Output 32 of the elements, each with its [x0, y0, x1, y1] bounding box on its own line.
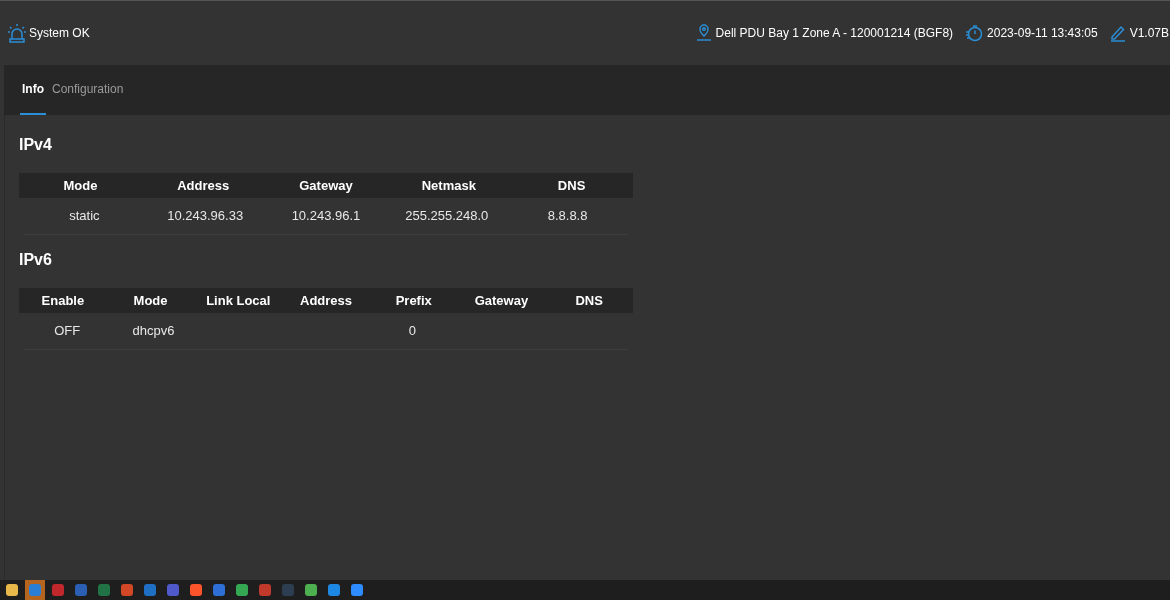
tab[interactable]: Configuration — [50, 65, 126, 115]
alarm-light-icon — [7, 23, 27, 43]
column-header: Address — [300, 291, 353, 310]
column-header: DNS — [575, 291, 603, 310]
table-cell-text: 8.8.8.8 — [547, 207, 588, 226]
column-header: Gateway — [299, 176, 353, 195]
section-title: IPv4 — [19, 135, 53, 155]
pencil-icon — [1109, 24, 1126, 42]
column-header: Link Local — [206, 291, 271, 310]
table-cell-text: static — [69, 207, 100, 226]
column-header: Address — [177, 176, 230, 195]
tab[interactable]: Info — [20, 65, 46, 115]
column-header: Mode — [133, 291, 168, 310]
section-title: IPv6 — [19, 250, 53, 270]
table-cell-text: 0 — [408, 322, 416, 341]
column-header: Gateway — [474, 291, 529, 310]
table-cell-text: 10.243.96.33 — [167, 207, 244, 226]
stopwatch-icon — [965, 24, 984, 42]
column-header: Enable — [41, 291, 85, 310]
table-cell-text: OFF — [54, 322, 81, 341]
date-time: 2023-09-11 13:43:05 — [987, 25, 1098, 42]
column-header: Mode — [63, 176, 98, 195]
system-status: System OK — [29, 25, 90, 42]
column-header: Prefix — [395, 291, 432, 310]
device-location: Dell PDU Bay 1 Zone A - 120001214 (BGF8) — [715, 25, 954, 42]
table-cell-text: 10.243.96.1 — [291, 207, 361, 226]
column-header: DNS — [557, 176, 586, 195]
column-header: Netmask — [421, 176, 476, 195]
location-pin-icon — [695, 24, 712, 42]
firmware-version: V1.07B — [1129, 25, 1169, 42]
table-cell-text: dhcpv6 — [132, 322, 175, 341]
table-cell-text: 255.255.248.0 — [405, 207, 489, 226]
